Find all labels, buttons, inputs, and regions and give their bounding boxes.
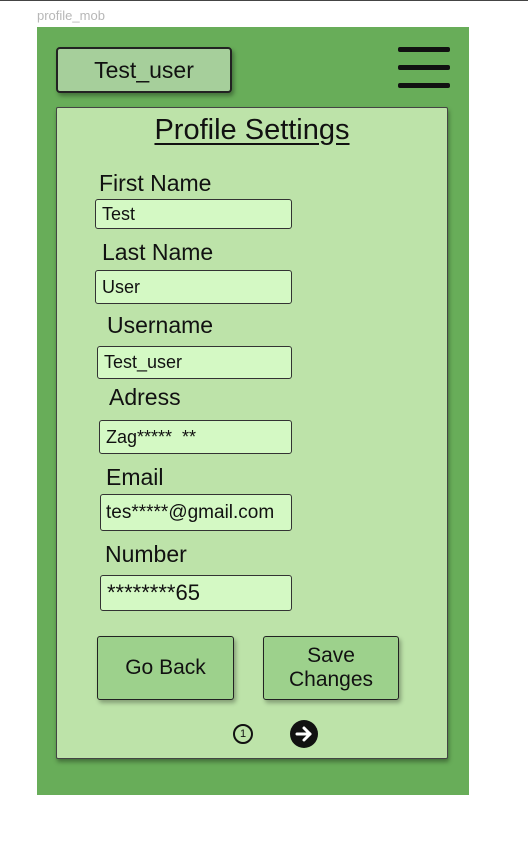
go-back-button[interactable]: Go Back [97,636,234,700]
save-changes-label-line1: Save [307,644,355,667]
page-indicator-1[interactable]: 1 [233,724,253,744]
first-name-label: First Name [99,170,212,196]
profile-settings-card: Profile Settings First Name Last Name Us… [56,107,448,759]
user-badge[interactable]: Test_user [56,47,232,93]
last-name-field[interactable] [95,270,292,304]
username-label: Username [107,312,214,338]
frame-label: profile_mob [37,8,105,23]
username-field[interactable] [97,346,292,379]
number-field[interactable] [100,575,292,611]
email-label: Email [106,464,164,490]
hamburger-menu-icon[interactable] [398,47,450,91]
number-label: Number [105,541,187,567]
email-field[interactable] [100,494,292,531]
save-changes-label-line2: Changes [288,668,374,691]
top-border-line [0,0,528,1]
last-name-label: Last Name [102,239,214,265]
save-changes-button[interactable]: Save Changes [263,636,399,700]
mobile-screen: Test_user Profile Settings First Name La… [37,27,469,795]
address-label: Adress [109,384,181,410]
first-name-field[interactable] [95,199,292,229]
address-field[interactable] [99,420,292,454]
arrow-right-circle-icon[interactable] [290,720,318,748]
page-title: Profile Settings [154,114,350,146]
